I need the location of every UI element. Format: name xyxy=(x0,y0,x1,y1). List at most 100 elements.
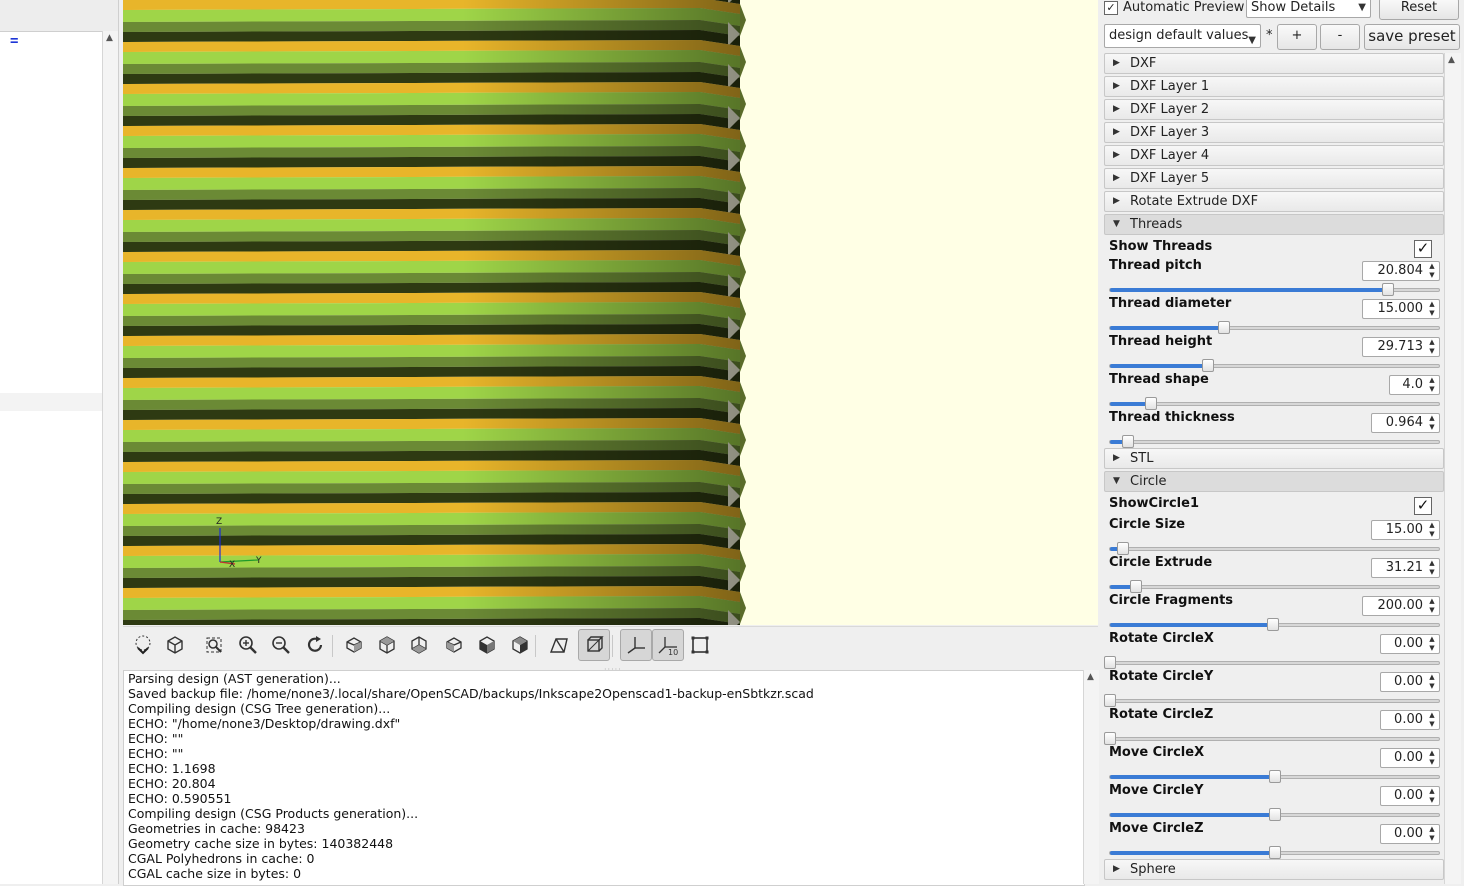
spinbox-circle-size[interactable]: 15.00 ▲ ▼ xyxy=(1371,520,1440,540)
add-preset-button[interactable]: + xyxy=(1277,24,1317,50)
group-header-rotate-extrude-dxf[interactable]: ▶ Rotate Extrude DXF xyxy=(1104,191,1444,212)
remove-preset-button[interactable]: - xyxy=(1320,24,1360,50)
spin-arrows-icon[interactable]: ▲ ▼ xyxy=(1427,673,1437,691)
spinbox-move-circlex[interactable]: 0.00 ▲ ▼ xyxy=(1380,748,1440,768)
spinbox-thread-diameter[interactable]: 15.000 ▲ ▼ xyxy=(1362,299,1440,319)
reset-view-button[interactable] xyxy=(301,631,329,659)
view-top-button[interactable] xyxy=(373,631,401,659)
slider-handle[interactable] xyxy=(1145,397,1158,410)
spin-arrows-icon[interactable]: ▲ ▼ xyxy=(1427,559,1437,577)
group-header-stl[interactable]: ▶ STL xyxy=(1104,448,1444,469)
perspective-button[interactable] xyxy=(545,631,573,659)
slider-handle[interactable] xyxy=(1122,435,1135,448)
group-header-sphere[interactable]: ▶ Sphere xyxy=(1104,859,1444,880)
spinbox-thread-pitch[interactable]: 20.804 ▲ ▼ xyxy=(1362,261,1440,281)
slider-handle[interactable] xyxy=(1117,542,1130,555)
slider-move-circley[interactable] xyxy=(1109,808,1440,821)
scroll-up-icon[interactable]: ▲ xyxy=(106,33,113,43)
slider-move-circlex[interactable] xyxy=(1109,770,1440,783)
spinbox-rotate-circlez[interactable]: 0.00 ▲ ▼ xyxy=(1380,710,1440,730)
spin-arrows-icon[interactable]: ▲ ▼ xyxy=(1427,711,1437,729)
editor-code-line[interactable]: = xyxy=(10,33,18,49)
show-axes-button[interactable] xyxy=(620,629,652,661)
view-bottom-button[interactable] xyxy=(405,631,433,659)
spinbox-circle-extrude[interactable]: 31.21 ▲ ▼ xyxy=(1371,558,1440,578)
slider-circle-extrude[interactable] xyxy=(1109,580,1440,593)
spin-arrows-icon[interactable]: ▲ ▼ xyxy=(1427,414,1437,432)
group-header-dxf-layer-1[interactable]: ▶ DXF Layer 1 xyxy=(1104,76,1444,97)
slider-handle[interactable] xyxy=(1217,321,1230,334)
view-front-button[interactable] xyxy=(473,631,501,659)
slider-rotate-circlex[interactable] xyxy=(1104,656,1440,669)
spin-arrows-icon[interactable]: ▲ ▼ xyxy=(1427,300,1437,318)
slider-handle[interactable] xyxy=(1104,656,1116,669)
reset-button[interactable]: Reset xyxy=(1379,0,1459,20)
spinbox-move-circley[interactable]: 0.00 ▲ ▼ xyxy=(1380,786,1440,806)
slider-circle-fragments[interactable] xyxy=(1109,618,1440,631)
group-header-dxf-layer-4[interactable]: ▶ DXF Layer 4 xyxy=(1104,145,1444,166)
preset-combo[interactable]: design default values ▼ xyxy=(1104,24,1261,48)
slider-move-circlez[interactable] xyxy=(1109,846,1440,859)
slider-handle[interactable] xyxy=(1201,359,1214,372)
group-header-dxf-layer-2[interactable]: ▶ DXF Layer 2 xyxy=(1104,99,1444,120)
slider-handle[interactable] xyxy=(1104,694,1116,707)
slider-handle[interactable] xyxy=(1130,580,1143,593)
checkbox-showcircle1[interactable]: ✓ xyxy=(1414,497,1432,515)
code-editor[interactable]: = ▲ xyxy=(0,0,119,884)
zoom-out-button[interactable] xyxy=(267,631,295,659)
spinbox-move-circlez[interactable]: 0.00 ▲ ▼ xyxy=(1380,824,1440,844)
slider-handle[interactable] xyxy=(1268,846,1281,859)
scroll-up-icon[interactable]: ▲ xyxy=(1448,55,1455,65)
preview-button[interactable] xyxy=(129,631,157,659)
spin-arrows-icon[interactable]: ▲ ▼ xyxy=(1427,338,1437,356)
automatic-preview-checkbox[interactable]: ✓ xyxy=(1104,1,1118,15)
orthogonal-button[interactable] xyxy=(578,629,610,661)
editor-scrollbar[interactable]: ▲ xyxy=(102,31,118,884)
spin-arrows-icon[interactable]: ▲ ▼ xyxy=(1427,749,1437,767)
spinbox-rotate-circlex[interactable]: 0.00 ▲ ▼ xyxy=(1380,634,1440,654)
spinbox-thread-thickness[interactable]: 0.964 ▲ ▼ xyxy=(1371,413,1440,433)
checkbox-show-threads[interactable]: ✓ xyxy=(1414,240,1432,258)
spin-arrows-icon[interactable]: ▲ ▼ xyxy=(1427,635,1437,653)
zoom-in-button[interactable] xyxy=(234,631,262,659)
customizer-scrollbar[interactable]: ▲ xyxy=(1444,53,1461,884)
spinbox-circle-fragments[interactable]: 200.00 ▲ ▼ xyxy=(1362,596,1440,616)
slider-circle-size[interactable] xyxy=(1109,542,1440,555)
spin-arrows-icon[interactable]: ▲ ▼ xyxy=(1427,787,1437,805)
group-header-circle[interactable]: ▼ Circle xyxy=(1104,471,1444,492)
group-header-dxf-layer-5[interactable]: ▶ DXF Layer 5 xyxy=(1104,168,1444,189)
scroll-up-icon[interactable]: ▲ xyxy=(1087,672,1094,682)
spin-arrows-icon[interactable]: ▲ ▼ xyxy=(1427,825,1437,843)
show-scale-markers-button[interactable]: 10 xyxy=(652,629,684,661)
slider-rotate-circlez[interactable] xyxy=(1104,732,1440,745)
slider-handle[interactable] xyxy=(1268,808,1281,821)
spin-arrows-icon[interactable]: ▲ ▼ xyxy=(1427,262,1437,280)
slider-thread-thickness[interactable] xyxy=(1109,435,1440,448)
slider-handle[interactable] xyxy=(1382,283,1394,296)
spin-arrows-icon[interactable]: ▲ ▼ xyxy=(1427,597,1437,615)
view-left-button[interactable] xyxy=(440,631,468,659)
show-edges-button[interactable] xyxy=(686,631,714,659)
slider-handle[interactable] xyxy=(1268,770,1281,783)
slider-thread-pitch[interactable] xyxy=(1109,283,1440,296)
view-back-button[interactable] xyxy=(506,631,534,659)
slider-rotate-circley[interactable] xyxy=(1104,694,1440,707)
slider-thread-height[interactable] xyxy=(1109,359,1440,372)
spinbox-thread-shape[interactable]: 4.0 ▲ ▼ xyxy=(1389,375,1440,395)
slider-handle[interactable] xyxy=(1266,618,1279,631)
group-header-threads[interactable]: ▼ Threads xyxy=(1104,214,1444,235)
save-preset-button[interactable]: save preset xyxy=(1364,24,1460,50)
3d-viewport[interactable]: Z X Y xyxy=(123,0,1098,625)
render-button[interactable] xyxy=(161,631,189,659)
group-header-dxf[interactable]: ▶ DXF xyxy=(1104,53,1444,74)
console-scrollbar[interactable]: ▲ xyxy=(1083,670,1099,884)
view-all-button[interactable] xyxy=(200,631,228,659)
group-header-dxf-layer-3[interactable]: ▶ DXF Layer 3 xyxy=(1104,122,1444,143)
spin-arrows-icon[interactable]: ▲ ▼ xyxy=(1427,521,1437,539)
slider-thread-diameter[interactable] xyxy=(1109,321,1440,334)
spin-arrows-icon[interactable]: ▲ ▼ xyxy=(1427,376,1437,394)
view-right-button[interactable] xyxy=(340,631,368,659)
spinbox-rotate-circley[interactable]: 0.00 ▲ ▼ xyxy=(1380,672,1440,692)
spinbox-thread-height[interactable]: 29.713 ▲ ▼ xyxy=(1362,337,1440,357)
slider-handle[interactable] xyxy=(1104,732,1116,745)
